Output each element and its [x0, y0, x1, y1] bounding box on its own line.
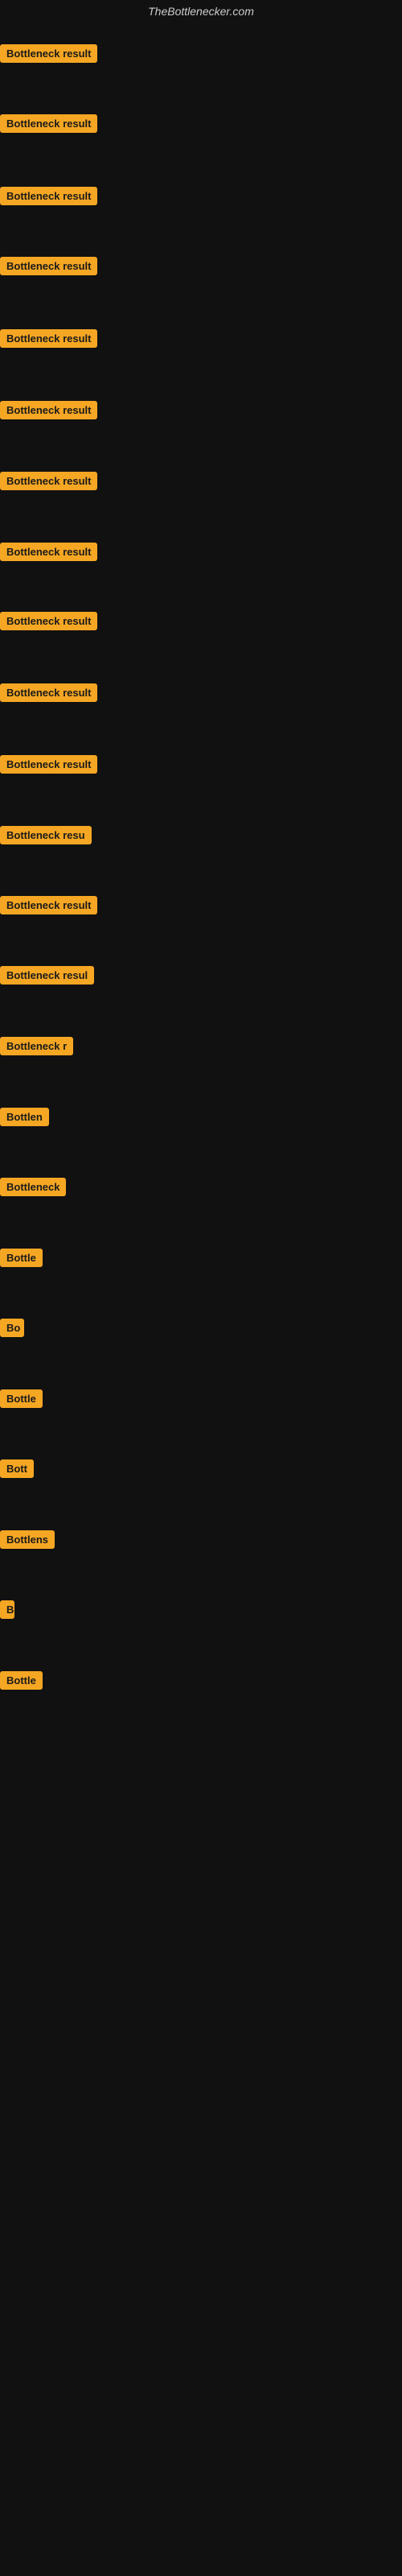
bottleneck-result-badge[interactable]: Bottleneck result: [0, 896, 97, 914]
bottleneck-result-badge[interactable]: Bottleneck result: [0, 543, 97, 561]
bottleneck-result-badge[interactable]: B: [0, 1600, 14, 1619]
site-title: TheBottlenecker.com: [0, 0, 402, 23]
bottleneck-result-badge[interactable]: Bottleneck resul: [0, 966, 94, 985]
bottleneck-result-badge[interactable]: Bottleneck resu: [0, 826, 92, 844]
bottleneck-result-row: B: [0, 1600, 14, 1623]
bottleneck-result-row: Bott: [0, 1459, 34, 1482]
bottleneck-result-row: Bottleneck result: [0, 472, 97, 494]
bottleneck-result-badge[interactable]: Bottleneck r: [0, 1037, 73, 1055]
bottleneck-result-row: Bottleneck result: [0, 401, 97, 423]
bottleneck-result-badge[interactable]: Bottle: [0, 1389, 43, 1408]
bottleneck-result-badge[interactable]: Bottleneck result: [0, 755, 97, 774]
bottleneck-result-badge[interactable]: Bottle: [0, 1671, 43, 1690]
bottleneck-result-badge[interactable]: Bottleneck result: [0, 329, 97, 348]
bottleneck-result-badge[interactable]: Bottleneck result: [0, 44, 97, 63]
bottleneck-result-badge[interactable]: Bott: [0, 1459, 34, 1478]
bottleneck-result-row: Bottle: [0, 1249, 43, 1271]
bottleneck-result-row: Bottleneck result: [0, 187, 97, 209]
bottleneck-result-row: Bottleneck result: [0, 114, 97, 137]
bottleneck-result-badge[interactable]: Bottleneck result: [0, 187, 97, 205]
bottleneck-result-badge[interactable]: Bottlen: [0, 1108, 49, 1126]
bottleneck-result-row: Bottlen: [0, 1108, 49, 1130]
bottleneck-result-badge[interactable]: Bottleneck result: [0, 683, 97, 702]
bottleneck-result-badge[interactable]: Bottleneck result: [0, 401, 97, 419]
bottleneck-result-badge[interactable]: Bottleneck result: [0, 114, 97, 133]
bottleneck-result-row: Bottleneck result: [0, 896, 97, 919]
bottleneck-result-row: Bottleneck result: [0, 612, 97, 634]
bottleneck-result-row: Bottleneck r: [0, 1037, 73, 1059]
bottleneck-result-row: Bottleneck result: [0, 543, 97, 565]
bottleneck-result-row: Bottleneck result: [0, 329, 97, 352]
bottleneck-result-row: Bottleneck result: [0, 755, 97, 778]
bottleneck-result-badge[interactable]: Bottlens: [0, 1530, 55, 1549]
bottleneck-result-row: Bottleneck result: [0, 44, 97, 67]
bottleneck-result-row: Bottleneck resu: [0, 826, 92, 848]
site-title-container: TheBottlenecker.com: [0, 0, 402, 23]
bottleneck-result-row: Bottle: [0, 1389, 43, 1412]
bottleneck-result-row: Bottleneck result: [0, 257, 97, 279]
bottleneck-result-badge[interactable]: Bottleneck result: [0, 612, 97, 630]
bottleneck-result-row: Bottle: [0, 1671, 43, 1694]
bottleneck-result-row: Bottleneck resul: [0, 966, 94, 989]
bottleneck-result-badge[interactable]: Bottle: [0, 1249, 43, 1267]
bottleneck-result-row: Bottleneck: [0, 1178, 66, 1200]
bottleneck-result-badge[interactable]: Bottleneck result: [0, 472, 97, 490]
bottleneck-result-badge[interactable]: Bottleneck result: [0, 257, 97, 275]
badges-container: Bottleneck result Bottleneck result Bottle…: [0, 23, 402, 2558]
bottleneck-result-row: Bottlens: [0, 1530, 55, 1553]
bottleneck-result-badge[interactable]: Bottleneck: [0, 1178, 66, 1196]
bottleneck-result-badge[interactable]: Bo: [0, 1319, 24, 1337]
bottleneck-result-row: Bo: [0, 1319, 24, 1341]
bottleneck-result-row: Bottleneck result: [0, 683, 97, 706]
